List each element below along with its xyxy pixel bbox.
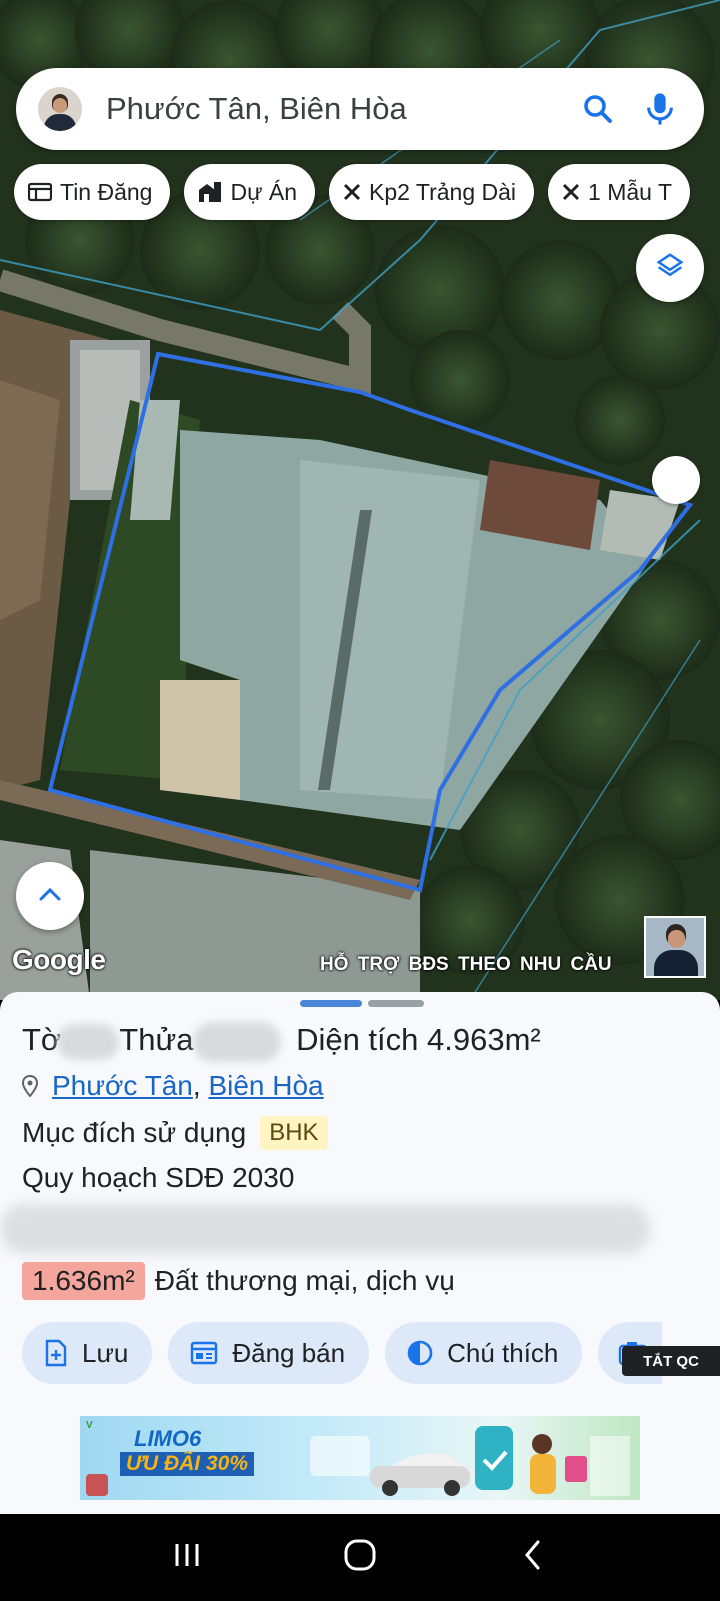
listing-icon [28, 182, 52, 202]
chip-label: Tin Đăng [60, 178, 153, 205]
sheet-handle[interactable] [300, 1000, 424, 1007]
planning-label: Quy hoạch SDĐ 2030 [22, 1162, 295, 1193]
redacted-line [0, 1204, 650, 1254]
layers-icon [655, 251, 685, 286]
chip-label: Dự Án [230, 178, 298, 205]
close-icon[interactable] [562, 183, 580, 201]
zone-area-badge: 1.636m² [22, 1262, 145, 1300]
avatar[interactable] [38, 87, 82, 131]
location-marker[interactable] [652, 456, 700, 504]
satellite-imagery [0, 0, 720, 1000]
system-nav-bar [0, 1514, 720, 1601]
search-bar[interactable]: Phước Tân, Biên Hòa [16, 68, 704, 150]
ad-title: LIMO6 [134, 1426, 202, 1451]
building-icon [198, 181, 222, 203]
zone-row: 1.636m² Đất thương mại, dịch vụ [22, 1262, 455, 1300]
chip-du-an[interactable]: Dự Án [184, 164, 316, 220]
save-icon [44, 1339, 68, 1367]
google-logo: Google [12, 944, 106, 975]
parcel-location: Phước Tân , Biên Hòa [22, 1070, 324, 1102]
save-button[interactable]: Lưu [22, 1322, 153, 1384]
parcel-info-sheet: Tờ Thửa Diện tích 4.963m² Phước Tân , Biê… [0, 992, 720, 1514]
satellite-map[interactable]: Phước Tân, Biên Hòa Tin Đăng Dự Án Kp2 T… [0, 0, 720, 1000]
mic-icon[interactable] [638, 87, 682, 131]
ad-offer: ƯU ĐÃI 30% [120, 1452, 255, 1476]
chip-label: Kp2 Trảng Dài [369, 178, 517, 205]
area-value: 4.963m² [427, 1022, 541, 1058]
back-button[interactable] [503, 1528, 563, 1588]
location-ward-link[interactable]: Phước Tân [52, 1070, 193, 1102]
ad-brand-logo: V [86, 1420, 93, 1431]
post-sale-button[interactable]: Đăng bán [168, 1322, 370, 1384]
location-pin-icon [22, 1075, 38, 1097]
chip-1-mau[interactable]: 1 Mẫu T [548, 164, 690, 220]
chip-kp2-trang-dai[interactable]: Kp2 Trảng Dài [329, 164, 535, 220]
recent-apps-button[interactable] [157, 1528, 217, 1588]
recent-apps-icon [171, 1540, 203, 1575]
support-text[interactable]: HỖ TRỢ BĐS THEO NHU CẦU [320, 954, 612, 976]
expand-button[interactable] [16, 862, 84, 930]
land-use-purpose: Mục đích sử dụng BHK [22, 1116, 328, 1150]
area-label: Diện tích [296, 1022, 419, 1058]
turn-off-ads-label[interactable]: TẮT QC [622, 1346, 720, 1376]
zone-type: Đất thương mại, dịch vụ [154, 1265, 455, 1296]
back-icon [522, 1539, 544, 1576]
home-icon [343, 1538, 377, 1577]
post-sale-icon [190, 1341, 218, 1365]
location-city-link[interactable]: Biên Hòa [208, 1070, 323, 1102]
purpose-code-tag: BHK [260, 1116, 328, 1150]
search-icon[interactable] [576, 87, 620, 131]
close-icon[interactable] [343, 183, 361, 201]
layers-button[interactable] [636, 234, 704, 302]
chip-label: 1 Mẫu T [588, 178, 672, 205]
legend-button[interactable]: Chú thích [385, 1322, 583, 1384]
support-agent-photo[interactable] [644, 916, 706, 978]
action-buttons: Lưu Đăng bán Chú thích [22, 1322, 663, 1384]
ad-banner[interactable]: V LIMO6 ƯU ĐÃI 30% [80, 1416, 640, 1500]
search-query[interactable]: Phước Tân, Biên Hòa [106, 91, 576, 127]
legend-icon [407, 1340, 433, 1366]
chip-tin-dang[interactable]: Tin Đăng [14, 164, 171, 220]
home-button[interactable] [330, 1528, 390, 1588]
filter-chips: Tin Đăng Dự Án Kp2 Trảng Dài 1 Mẫu T [14, 164, 690, 220]
parcel-title: Tờ Thửa Diện tích 4.963m² [22, 1022, 541, 1062]
chevron-up-icon [37, 885, 63, 908]
